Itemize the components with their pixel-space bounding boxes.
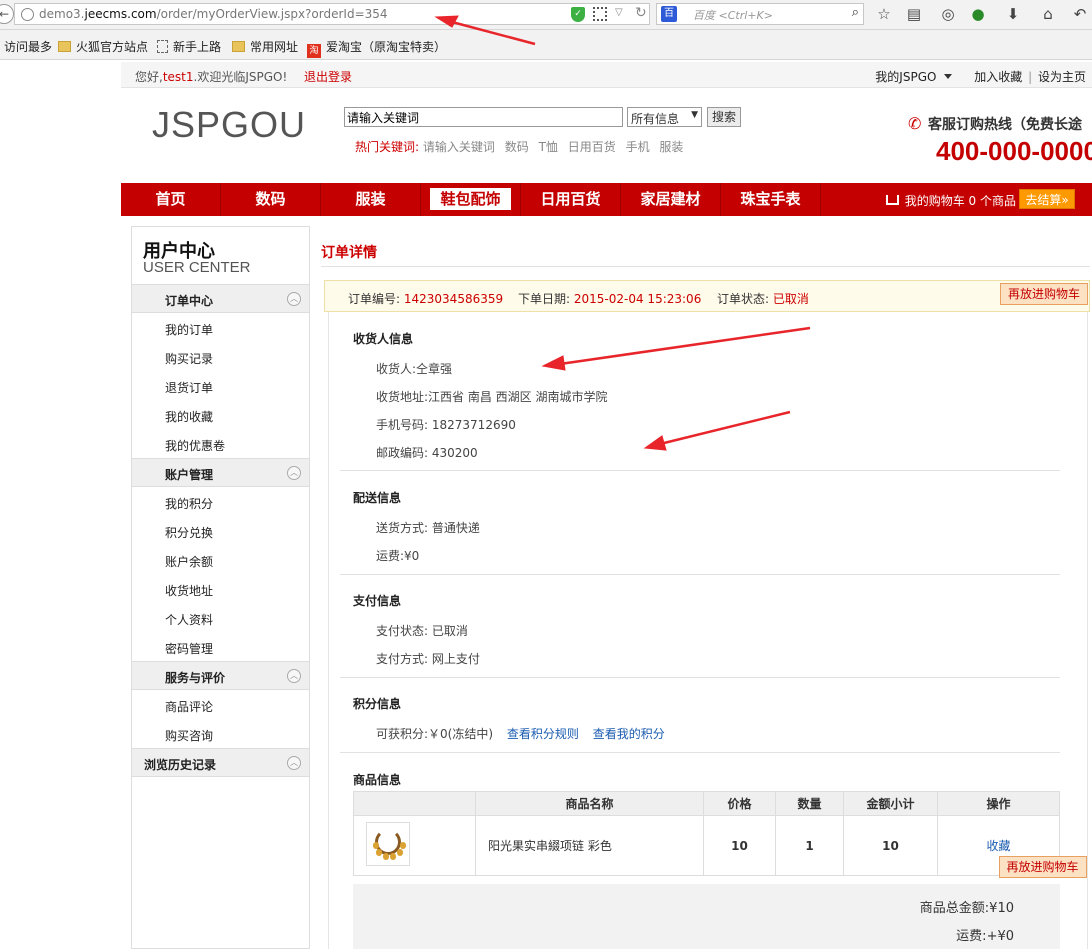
annotation-arrows xyxy=(434,15,811,451)
